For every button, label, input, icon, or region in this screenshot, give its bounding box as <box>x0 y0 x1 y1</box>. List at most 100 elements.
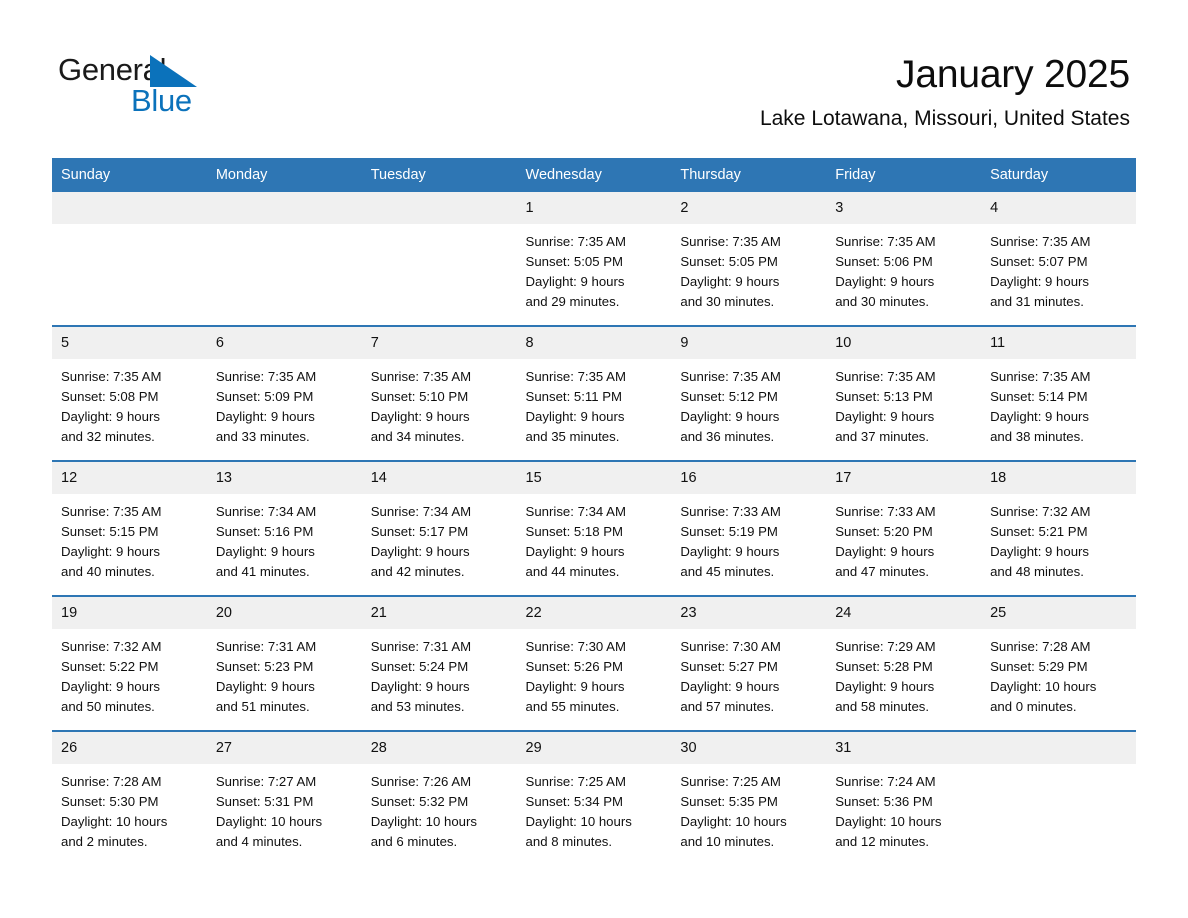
daylight-text-line2: and 33 minutes. <box>215 429 310 444</box>
sunrise-text: Sunrise: 7:28 AM <box>990 639 1091 654</box>
calendar-day-cell[interactable]: 1 Sunrise: 7:35 AM Sunset: 5:05 PM Daylight… <box>516 192 672 326</box>
calendar-day-cell[interactable]: 3 Sunrise: 7:35 AM Sunset: 5:06 PM Daylight… <box>826 192 982 326</box>
general-blue-logo[interactable]: General Blue <box>58 52 358 122</box>
daylight-text-line1: Daylight: 9 hours <box>835 409 935 424</box>
calendar-day-cell[interactable]: 5 Sunrise: 7:35 AM Sunset: 5:08 PM Daylight… <box>52 325 207 461</box>
daylight-text-line1: Daylight: 9 hours <box>525 679 625 694</box>
calendar-day-cell[interactable]: 20 Sunrise: 7:31 AM Sunset: 5:23 PM Dayligh… <box>206 595 362 731</box>
sunrise-text: Sunrise: 7:35 AM <box>525 369 626 384</box>
day-details: Sunrise: 7:26 AM Sunset: 5:32 PM Daylight:… <box>362 764 517 852</box>
sunrise-text: Sunrise: 7:35 AM <box>61 504 162 519</box>
daylight-text-line1: Daylight: 9 hours <box>835 544 935 559</box>
page-header: General Blue January 2025 Lake Lotawana,… <box>0 0 1188 150</box>
day-number: 18 <box>981 462 1136 494</box>
day-details: Sunrise: 7:35 AM Sunset: 5:05 PM Daylight:… <box>517 224 672 312</box>
day-details: Sunrise: 7:35 AM Sunset: 5:07 PM Daylight:… <box>981 224 1136 312</box>
sunset-text: Sunset: 5:09 PM <box>215 389 314 404</box>
calendar-day-cell[interactable]: 4 Sunrise: 7:35 AM Sunset: 5:07 PM Daylight… <box>981 192 1136 326</box>
calendar-day-cell[interactable]: 17 Sunrise: 7:33 AM Sunset: 5:20 PM Dayligh… <box>826 460 982 596</box>
sunset-text: Sunset: 5:21 PM <box>990 524 1088 539</box>
calendar-day-cell-empty <box>52 192 207 326</box>
sunset-text: Sunset: 5:06 PM <box>835 254 933 269</box>
weekday-header-saturday: Saturday <box>981 158 1136 192</box>
calendar-day-cell[interactable]: 23 Sunrise: 7:30 AM Sunset: 5:27 PM Dayligh… <box>671 595 827 731</box>
sunset-text: Sunset: 5:27 PM <box>680 659 778 674</box>
sunrise-text: Sunrise: 7:25 AM <box>680 774 781 789</box>
daylight-text-line2: and 57 minutes. <box>680 699 775 714</box>
day-details: Sunrise: 7:31 AM Sunset: 5:24 PM Daylight:… <box>362 629 517 717</box>
calendar-day-cell[interactable]: 19 Sunrise: 7:32 AM Sunset: 5:22 PM Dayligh… <box>52 595 207 731</box>
weekday-header-thursday: Thursday <box>671 158 827 192</box>
daylight-text-line1: Daylight: 9 hours <box>370 679 470 694</box>
day-number <box>361 192 517 224</box>
sunset-text: Sunset: 5:11 PM <box>525 389 623 404</box>
day-number: 13 <box>206 462 362 494</box>
sunrise-text: Sunrise: 7:27 AM <box>215 774 317 789</box>
calendar-day-cell[interactable]: 21 Sunrise: 7:31 AM Sunset: 5:24 PM Dayligh… <box>361 595 517 731</box>
calendar-day-cell[interactable]: 12 Sunrise: 7:35 AM Sunset: 5:15 PM Dayligh… <box>52 460 207 596</box>
daylight-text-line1: Daylight: 9 hours <box>215 409 315 424</box>
daylight-text-line1: Daylight: 9 hours <box>990 274 1090 289</box>
calendar-day-cell[interactable]: 15 Sunrise: 7:34 AM Sunset: 5:18 PM Dayligh… <box>516 460 672 596</box>
calendar-day-cell[interactable]: 7 Sunrise: 7:35 AM Sunset: 5:10 PM Daylight… <box>361 325 517 461</box>
sunrise-text: Sunrise: 7:35 AM <box>990 234 1091 249</box>
sunset-text: Sunset: 5:17 PM <box>370 524 469 539</box>
sunrise-text: Sunrise: 7:35 AM <box>990 369 1091 384</box>
calendar-day-cell[interactable]: 11 Sunrise: 7:35 AM Sunset: 5:14 PM Dayligh… <box>981 325 1136 461</box>
day-number: 4 <box>981 192 1136 224</box>
day-details: Sunrise: 7:35 AM Sunset: 5:15 PM Daylight:… <box>52 494 207 582</box>
logo-text-blue: Blue <box>131 83 192 118</box>
calendar-day-cell[interactable]: 13 Sunrise: 7:34 AM Sunset: 5:16 PM Dayligh… <box>206 460 362 596</box>
calendar-day-cell[interactable]: 29 Sunrise: 7:25 AM Sunset: 5:34 PM Dayligh… <box>516 730 672 865</box>
calendar-day-cell[interactable]: 27 Sunrise: 7:27 AM Sunset: 5:31 PM Dayligh… <box>206 730 362 865</box>
calendar-week-row: 12 Sunrise: 7:35 AM Sunset: 5:15 PM Dayligh… <box>52 460 1136 596</box>
day-number: 14 <box>361 462 517 494</box>
calendar-day-cell-empty <box>361 192 517 326</box>
day-details: Sunrise: 7:35 AM Sunset: 5:08 PM Daylight:… <box>52 359 207 447</box>
day-number: 22 <box>516 597 672 629</box>
calendar-day-cell[interactable]: 8 Sunrise: 7:35 AM Sunset: 5:11 PM Daylight… <box>516 325 672 461</box>
day-number: 5 <box>52 327 207 359</box>
daylight-text-line2: and 55 minutes. <box>525 699 620 714</box>
calendar-container: Sunday Monday Tuesday Wednesday Thursday… <box>52 158 1136 865</box>
day-number: 19 <box>52 597 207 629</box>
calendar-day-cell[interactable]: 28 Sunrise: 7:26 AM Sunset: 5:32 PM Dayligh… <box>361 730 517 865</box>
weekday-header-wednesday: Wednesday <box>516 158 672 192</box>
calendar-day-cell[interactable]: 14 Sunrise: 7:34 AM Sunset: 5:17 PM Dayligh… <box>361 460 517 596</box>
daylight-text-line2: and 10 minutes. <box>680 834 775 849</box>
daylight-text-line1: Daylight: 10 hours <box>525 814 632 829</box>
sunrise-text: Sunrise: 7:24 AM <box>835 774 936 789</box>
sunrise-text: Sunrise: 7:28 AM <box>61 774 162 789</box>
daylight-text-line2: and 32 minutes. <box>61 429 155 444</box>
sunset-text: Sunset: 5:34 PM <box>525 794 624 809</box>
day-number: 1 <box>516 192 672 224</box>
calendar-day-cell[interactable]: 6 Sunrise: 7:35 AM Sunset: 5:09 PM Daylight… <box>206 325 362 461</box>
calendar-day-cell[interactable]: 9 Sunrise: 7:35 AM Sunset: 5:12 PM Daylight… <box>671 325 827 461</box>
daylight-text-line1: Daylight: 10 hours <box>990 679 1097 694</box>
sunrise-text: Sunrise: 7:35 AM <box>215 369 317 384</box>
sunset-text: Sunset: 5:08 PM <box>61 389 159 404</box>
calendar-day-cell[interactable]: 2 Sunrise: 7:35 AM Sunset: 5:05 PM Daylight… <box>671 192 827 326</box>
daylight-text-line2: and 30 minutes. <box>835 294 930 309</box>
day-number: 6 <box>206 327 362 359</box>
day-number: 11 <box>981 327 1136 359</box>
day-details: Sunrise: 7:33 AM Sunset: 5:19 PM Daylight:… <box>671 494 826 582</box>
calendar-day-cell-empty <box>206 192 362 326</box>
calendar-day-cell[interactable]: 24 Sunrise: 7:29 AM Sunset: 5:28 PM Dayligh… <box>826 595 982 731</box>
daylight-text-line2: and 6 minutes. <box>370 834 458 849</box>
day-details: Sunrise: 7:27 AM Sunset: 5:31 PM Daylight:… <box>207 764 362 852</box>
calendar-day-cell[interactable]: 26 Sunrise: 7:28 AM Sunset: 5:30 PM Dayligh… <box>52 730 207 865</box>
calendar-day-cell[interactable]: 22 Sunrise: 7:30 AM Sunset: 5:26 PM Dayligh… <box>516 595 672 731</box>
calendar-day-cell-empty <box>981 730 1136 865</box>
calendar-day-cell[interactable]: 31 Sunrise: 7:24 AM Sunset: 5:36 PM Dayligh… <box>826 730 982 865</box>
daylight-text-line2: and 8 minutes. <box>525 834 613 849</box>
calendar-day-cell[interactable]: 25 Sunrise: 7:28 AM Sunset: 5:29 PM Dayligh… <box>981 595 1136 731</box>
calendar-day-cell[interactable]: 30 Sunrise: 7:25 AM Sunset: 5:35 PM Dayligh… <box>671 730 827 865</box>
daylight-text-line2: and 50 minutes. <box>61 699 155 714</box>
calendar-day-cell[interactable]: 18 Sunrise: 7:32 AM Sunset: 5:21 PM Dayligh… <box>981 460 1136 596</box>
day-details: Sunrise: 7:28 AM Sunset: 5:30 PM Daylight:… <box>52 764 207 852</box>
calendar-day-cell[interactable]: 10 Sunrise: 7:35 AM Sunset: 5:13 PM Dayligh… <box>826 325 982 461</box>
calendar-day-cell[interactable]: 16 Sunrise: 7:33 AM Sunset: 5:19 PM Dayligh… <box>671 460 827 596</box>
weekday-header-sunday: Sunday <box>52 158 207 192</box>
calendar-week-row: 5 Sunrise: 7:35 AM Sunset: 5:08 PM Daylight… <box>52 325 1136 461</box>
